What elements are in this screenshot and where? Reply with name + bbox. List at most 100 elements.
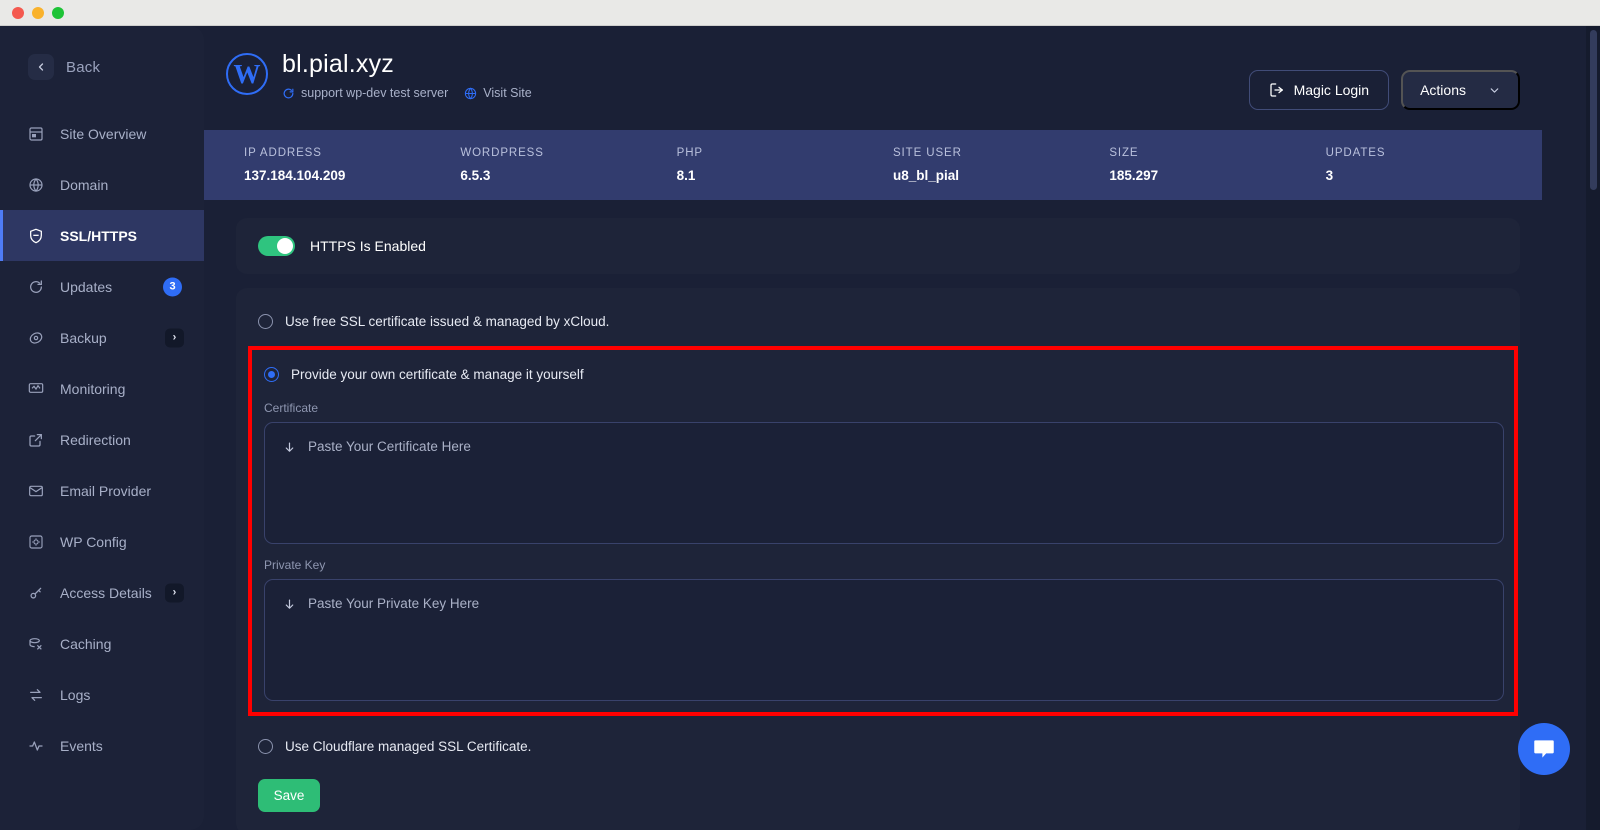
sidebar-item-label: Redirection <box>60 431 131 448</box>
support-chat-button[interactable] <box>1518 723 1570 775</box>
status-badge: 3 <box>163 277 182 296</box>
sidebar-item-label: SSL/HTTPS <box>60 227 138 244</box>
stat-ip-address: IP ADDRESS 137.184.104.209 <box>244 147 460 183</box>
sidebar-item-redirection[interactable]: Redirection <box>0 414 204 465</box>
sync-icon <box>283 88 294 98</box>
back-label: Back <box>66 58 101 76</box>
maximize-icon[interactable] <box>52 7 64 19</box>
site-stats-strip: IP ADDRESS 137.184.104.209 WORDPRESS 6.5… <box>204 130 1542 200</box>
stat-value: 8.1 <box>676 168 696 183</box>
certificate-placeholder: Paste Your Certificate Here <box>308 439 471 454</box>
https-toggle-label: HTTPS Is Enabled <box>310 238 426 254</box>
sidebar-item-domain[interactable]: Domain <box>0 159 204 210</box>
sidebar-item-wp-config[interactable]: WP Config <box>0 516 204 567</box>
monitoring-icon <box>26 379 46 399</box>
page-title: bl.pial.xyz <box>282 50 394 78</box>
actions-label: Actions <box>1420 82 1466 98</box>
sidebar-item-label: Site Overview <box>60 125 147 142</box>
ssl-settings-content: HTTPS Is Enabled Use free SSL certificat… <box>204 200 1542 830</box>
stat-label: SITE USER <box>892 147 962 159</box>
sidebar-item-events[interactable]: Events <box>0 720 204 771</box>
option-cloudflare-ssl-label: Use Cloudflare managed SSL Certificate. <box>285 738 532 754</box>
site-subtitle: support wp-dev test server Visit Site <box>282 86 532 100</box>
private-key-label: Private Key <box>264 558 326 572</box>
sidebar-item-email-provider[interactable]: Email Provider <box>0 465 204 516</box>
private-key-placeholder: Paste Your Private Key Here <box>308 596 480 611</box>
stat-label: SIZE <box>1109 147 1139 159</box>
stat-updates: UPDATES 3 <box>1326 147 1542 183</box>
stat-label: WORDPRESS <box>460 147 544 159</box>
radio-free-ssl[interactable] <box>258 313 273 329</box>
chat-icon <box>1534 740 1554 758</box>
chevron-right-icon[interactable]: › <box>165 328 184 347</box>
globe-icon <box>465 87 477 99</box>
sidebar-item-ssl-https[interactable]: SSL/HTTPS <box>0 210 204 261</box>
actions-dropdown-button[interactable]: Actions <box>1401 70 1520 110</box>
https-status-card: HTTPS Is Enabled <box>236 218 1520 274</box>
wordpress-logo-icon: W <box>226 53 268 95</box>
site-overview-icon <box>26 124 46 144</box>
stat-label: IP ADDRESS <box>244 147 322 159</box>
domain-icon <box>26 175 46 195</box>
sidebar-item-label: Access Details <box>60 584 152 601</box>
sidebar-item-label: Backup <box>60 329 107 346</box>
sidebar-item-label: Updates <box>60 278 113 295</box>
logs-icon <box>26 685 46 705</box>
magic-login-button[interactable]: Magic Login <box>1248 70 1390 110</box>
back-button[interactable]: Back <box>0 26 204 80</box>
magic-login-label: Magic Login <box>1293 82 1370 98</box>
vertical-scrollbar-track[interactable] <box>1586 26 1600 830</box>
save-button[interactable]: Save <box>258 779 320 812</box>
sidebar-item-label: Monitoring <box>60 380 126 397</box>
login-icon <box>1269 83 1283 97</box>
radio-own-certificate[interactable] <box>264 366 279 382</box>
sidebar-item-logs[interactable]: Logs <box>0 669 204 720</box>
events-icon <box>26 736 46 756</box>
stat-label: UPDATES <box>1325 147 1386 159</box>
stat-site-user: SITE USER u8_bl_pial <box>893 147 1109 183</box>
toggle-knob <box>277 238 293 254</box>
option-free-ssl-label: Use free SSL certificate issued & manage… <box>285 313 610 329</box>
certificate-field-group: Certificate Paste Your Certificate Here <box>252 401 1514 544</box>
paste-down-arrow-icon <box>283 597 296 613</box>
stat-php: PHP 8.1 <box>677 147 893 183</box>
certificate-label: Certificate <box>264 401 319 415</box>
sidebar-item-updates[interactable]: Updates 3 <box>0 261 204 312</box>
paste-down-arrow-icon <box>283 440 296 456</box>
site-header: W bl.pial.xyz support wp-dev test server <box>204 26 1542 130</box>
ssl-options-card: Use free SSL certificate issued & manage… <box>236 288 1520 830</box>
stat-label: PHP <box>676 147 704 159</box>
chevron-left-icon <box>28 54 54 80</box>
radio-cloudflare-ssl[interactable] <box>258 738 273 754</box>
private-key-input[interactable]: Paste Your Private Key Here <box>264 579 1504 701</box>
sidebar-item-label: Email Provider <box>60 482 152 499</box>
window-titlebar <box>0 0 1600 26</box>
sidebar: Back Site Overview Domain SSL/HTTPS Upda… <box>0 26 204 830</box>
minimize-icon[interactable] <box>32 7 44 19</box>
header-actions: Magic Login Actions <box>1248 70 1520 110</box>
stat-value: 137.184.104.209 <box>244 168 346 183</box>
sidebar-item-label: Domain <box>60 176 109 193</box>
sidebar-item-access-details[interactable]: Access Details › <box>0 567 204 618</box>
visit-site-link[interactable]: Visit Site <box>464 86 532 100</box>
option-free-ssl[interactable]: Use free SSL certificate issued & manage… <box>236 308 1520 334</box>
stat-value: u8_bl_pial <box>892 168 960 183</box>
option-own-certificate[interactable]: Provide your own certificate & manage it… <box>252 361 1514 387</box>
https-toggle[interactable] <box>258 236 295 256</box>
server-label: support wp-dev test server <box>301 86 449 100</box>
chevron-right-icon[interactable]: › <box>165 583 184 602</box>
vertical-scrollbar-thumb[interactable] <box>1590 30 1597 190</box>
stat-value: 185.297 <box>1109 168 1159 183</box>
sidebar-item-label: Events <box>60 737 103 754</box>
option-cloudflare-ssl[interactable]: Use Cloudflare managed SSL Certificate. <box>236 733 1520 759</box>
sidebar-item-site-overview[interactable]: Site Overview <box>0 108 204 159</box>
close-icon[interactable] <box>12 7 24 19</box>
sidebar-item-monitoring[interactable]: Monitoring <box>0 363 204 414</box>
stat-wordpress: WORDPRESS 6.5.3 <box>460 147 676 183</box>
radio-dot <box>268 370 275 378</box>
sidebar-item-caching[interactable]: Caching <box>0 618 204 669</box>
certificate-input[interactable]: Paste Your Certificate Here <box>264 422 1504 544</box>
refresh-icon <box>26 277 46 297</box>
sidebar-item-backup[interactable]: Backup › <box>0 312 204 363</box>
sidebar-item-label: WP Config <box>60 533 127 550</box>
